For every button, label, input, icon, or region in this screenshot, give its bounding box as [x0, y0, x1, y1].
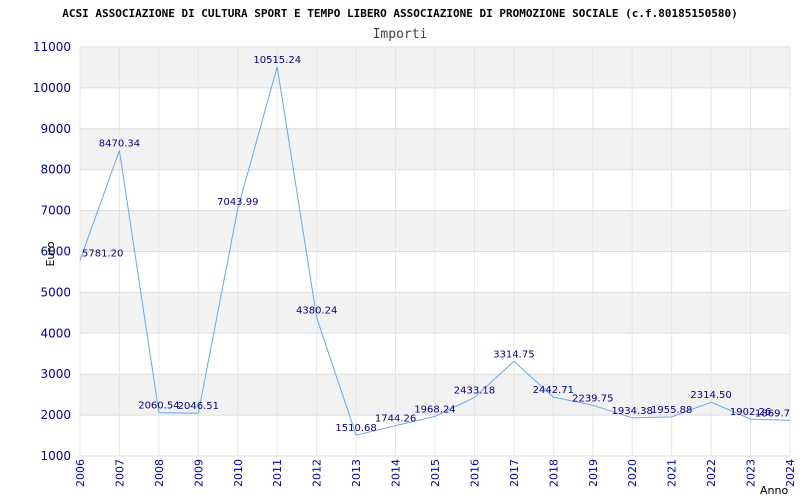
- x-tick-label: 2011: [271, 459, 284, 487]
- x-tick-label: 2016: [468, 459, 481, 487]
- x-tick-label: 2024: [784, 459, 797, 487]
- data-label: 2239.75: [572, 393, 613, 404]
- data-label: 2442.71: [533, 385, 574, 396]
- x-tick-label: 2023: [745, 459, 758, 487]
- x-tick-label: 2010: [232, 459, 245, 487]
- x-tick-label: 2015: [429, 459, 442, 487]
- x-tick-label: 2007: [113, 459, 126, 487]
- y-tick-label: 9000: [40, 122, 71, 136]
- x-tick-label: 2006: [74, 459, 87, 487]
- y-axis-label: Euro: [44, 241, 57, 266]
- data-label: 1934.38: [612, 406, 653, 417]
- data-label: 1955.88: [651, 405, 692, 416]
- x-tick-label: 2012: [311, 459, 324, 487]
- x-tick-label: 2014: [390, 459, 403, 487]
- data-label: 2314.50: [690, 390, 731, 401]
- data-label: 1510.68: [335, 423, 376, 434]
- x-tick-label: 2013: [350, 459, 363, 487]
- x-tick-label: 2020: [626, 459, 639, 487]
- y-tick-label: 11000: [33, 40, 71, 54]
- y-tick-label: 10000: [33, 81, 71, 95]
- data-label: 2060.54: [138, 401, 179, 412]
- x-axis-ticks: 2006 2007 2008 2009 2010 2011 2012 2013 2014 2015…: [74, 459, 797, 487]
- y-tick-label: 2000: [40, 408, 71, 422]
- data-label: 1869.7: [755, 408, 790, 419]
- data-label: 1744.26: [375, 414, 416, 425]
- x-tick-label: 2019: [587, 459, 600, 487]
- data-label: 1968.24: [414, 404, 455, 415]
- y-tick-label: 7000: [40, 204, 71, 218]
- line-chart: ACSI ASSOCIAZIONE DI CULTURA SPORT E TEM…: [33, 7, 797, 497]
- chart-title: ACSI ASSOCIAZIONE DI CULTURA SPORT E TEM…: [62, 7, 738, 20]
- y-tick-label: 8000: [40, 163, 71, 177]
- data-label: 10515.24: [253, 55, 301, 66]
- data-label: 4380.24: [296, 306, 337, 317]
- y-tick-label: 1000: [40, 449, 71, 463]
- data-label: 7043.99: [217, 197, 258, 208]
- x-tick-label: 2021: [666, 459, 679, 487]
- data-label: 3314.75: [493, 349, 534, 360]
- chart-subtitle: Importi: [373, 27, 428, 42]
- y-tick-label: 5000: [40, 285, 71, 299]
- data-label: 2046.51: [178, 401, 219, 412]
- x-tick-label: 2008: [153, 459, 166, 487]
- data-label: 2433.18: [454, 385, 495, 396]
- x-tick-label: 2009: [192, 459, 205, 487]
- x-axis-label: Anno: [760, 484, 788, 497]
- y-tick-label: 4000: [40, 326, 71, 340]
- x-tick-label: 2022: [705, 459, 718, 487]
- data-label: 5781.20: [82, 248, 123, 259]
- y-tick-label: 3000: [40, 367, 71, 381]
- x-tick-label: 2018: [547, 459, 560, 487]
- x-tick-label: 2017: [508, 459, 521, 487]
- data-label: 8470.34: [99, 138, 140, 149]
